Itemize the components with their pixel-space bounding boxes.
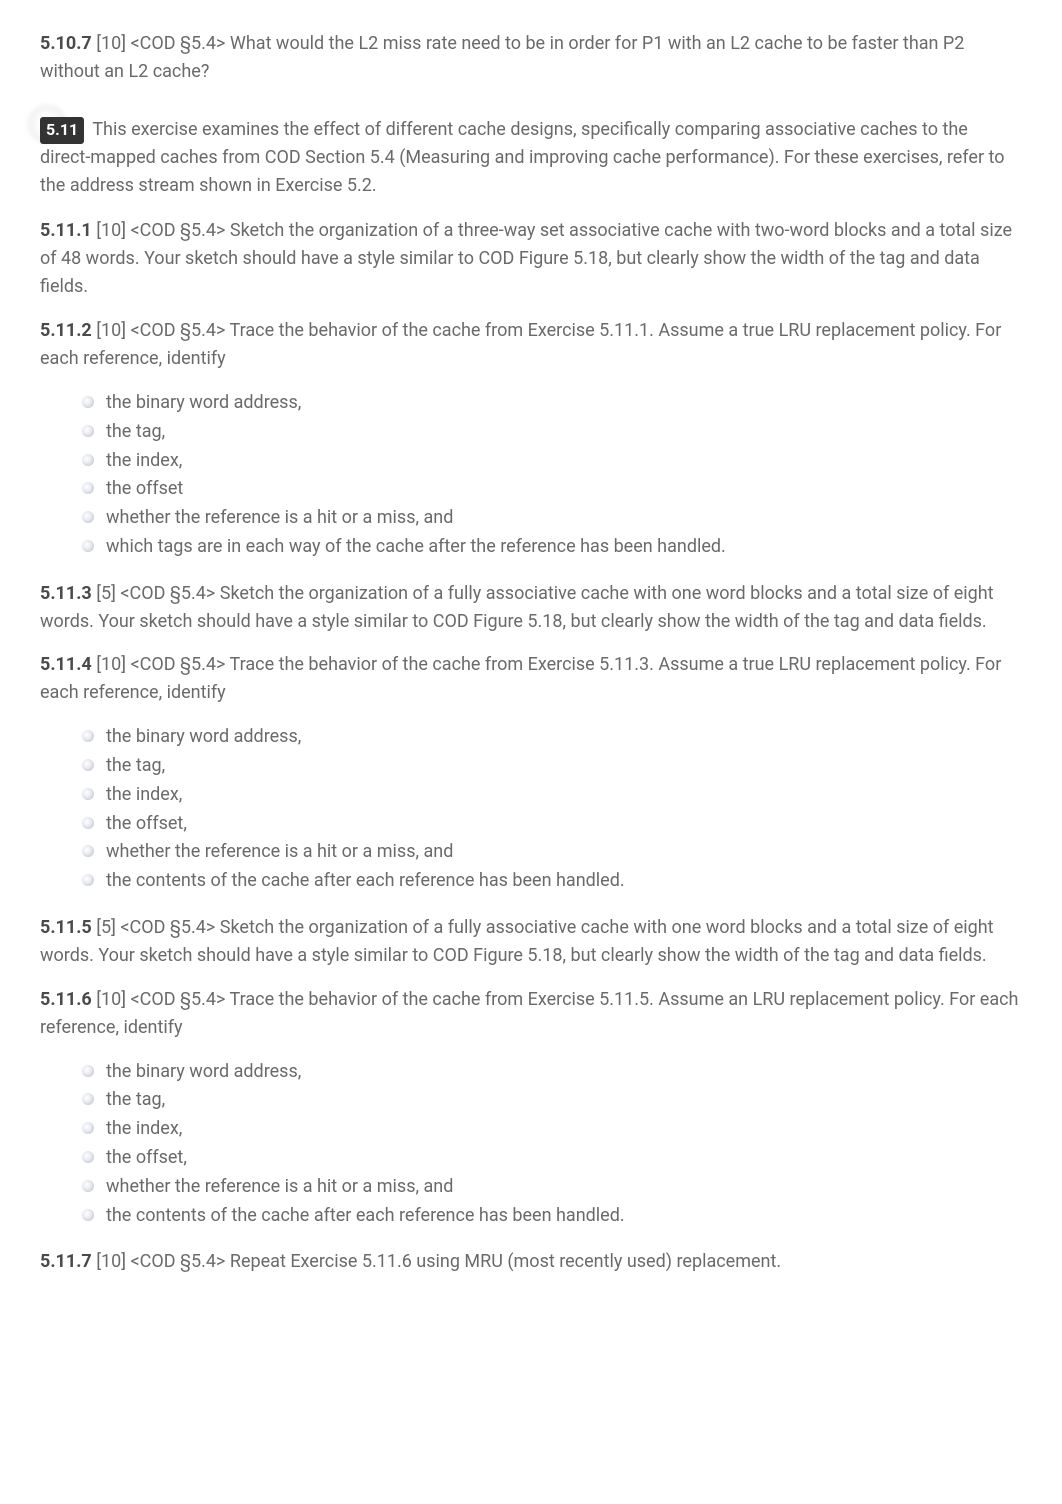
identify-list-5-11-6: the binary word address, the tag, the in…	[40, 1058, 1022, 1231]
list-item: the contents of the cache after each ref…	[86, 867, 1022, 896]
list-item: the offset	[86, 475, 1022, 504]
section-badge: 5.11	[40, 117, 84, 144]
exercise-number: 5.11.4	[40, 654, 92, 675]
list-item: the binary word address,	[86, 389, 1022, 418]
list-item: the binary word address,	[86, 723, 1022, 752]
exercise-meta: [10] <COD §5.4>	[96, 320, 225, 341]
exercise-number: 5.11.3	[40, 583, 92, 604]
exercise-text: Repeat Exercise 5.11.6 using MRU (most r…	[230, 1251, 781, 1272]
list-item: the index,	[86, 1115, 1022, 1144]
exercise-5-10-7: 5.10.7 [10] <COD §5.4> What would the L2…	[40, 30, 1022, 86]
exercise-5-11-7: 5.11.7 [10] <COD §5.4> Repeat Exercise 5…	[40, 1248, 1022, 1276]
list-item: the offset,	[86, 1144, 1022, 1173]
exercise-5-11-intro: 5.11 This exercise examines the effect o…	[40, 116, 1022, 200]
list-item: the tag,	[86, 1086, 1022, 1115]
exercise-meta: [10] <COD §5.4>	[96, 654, 225, 675]
exercise-meta: [5] <COD §5.4>	[96, 917, 215, 938]
exercise-number: 5.11.2	[40, 320, 92, 341]
intro-text: This exercise examines the effect of dif…	[40, 119, 1005, 196]
exercise-5-11-3: 5.11.3 [5] <COD §5.4> Sketch the organiz…	[40, 580, 1022, 636]
list-item: the binary word address,	[86, 1058, 1022, 1087]
exercise-number: 5.11.1	[40, 220, 92, 241]
exercise-5-11-2: 5.11.2 [10] <COD §5.4> Trace the behavio…	[40, 317, 1022, 373]
exercise-5-11-5: 5.11.5 [5] <COD §5.4> Sketch the organiz…	[40, 914, 1022, 970]
list-item: which tags are in each way of the cache …	[86, 533, 1022, 562]
exercise-meta: [5] <COD §5.4>	[96, 583, 215, 604]
list-item: whether the reference is a hit or a miss…	[86, 504, 1022, 533]
exercise-number: 5.10.7	[40, 33, 92, 54]
list-item: the contents of the cache after each ref…	[86, 1202, 1022, 1231]
exercise-5-11-6: 5.11.6 [10] <COD §5.4> Trace the behavio…	[40, 986, 1022, 1042]
identify-list-5-11-4: the binary word address, the tag, the in…	[40, 723, 1022, 896]
list-item: the offset,	[86, 810, 1022, 839]
list-item: whether the reference is a hit or a miss…	[86, 1173, 1022, 1202]
list-item: the index,	[86, 447, 1022, 476]
exercise-meta: [10] <COD §5.4>	[96, 1251, 225, 1272]
list-item: the index,	[86, 781, 1022, 810]
exercise-meta: [10] <COD §5.4>	[96, 33, 225, 54]
exercise-meta: [10] <COD §5.4>	[96, 220, 225, 241]
exercise-number: 5.11.5	[40, 917, 92, 938]
exercise-5-11-1: 5.11.1 [10] <COD §5.4> Sketch the organi…	[40, 217, 1022, 301]
list-item: whether the reference is a hit or a miss…	[86, 838, 1022, 867]
list-item: the tag,	[86, 418, 1022, 447]
identify-list-5-11-2: the binary word address, the tag, the in…	[40, 389, 1022, 562]
exercise-meta: [10] <COD §5.4>	[96, 989, 225, 1010]
exercise-5-11-4: 5.11.4 [10] <COD §5.4> Trace the behavio…	[40, 651, 1022, 707]
list-item: the tag,	[86, 752, 1022, 781]
exercise-number: 5.11.6	[40, 989, 92, 1010]
exercise-number: 5.11.7	[40, 1251, 92, 1272]
